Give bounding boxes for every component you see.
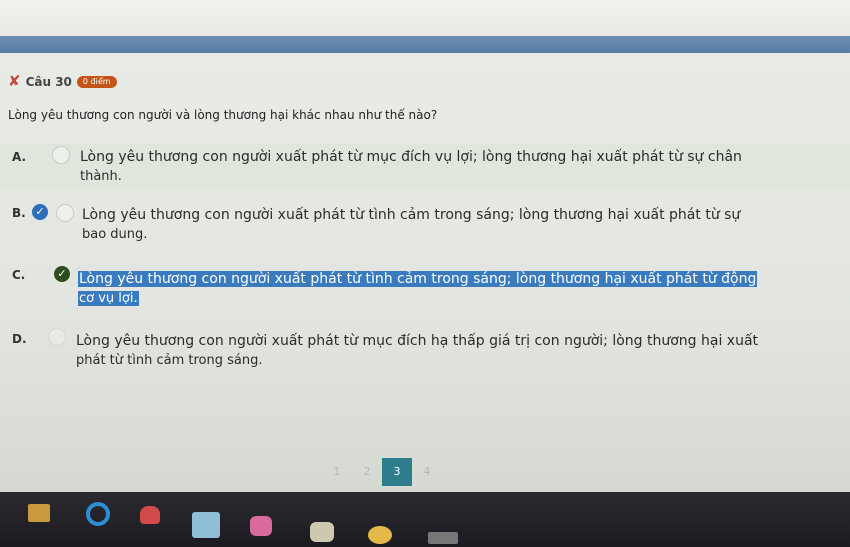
radio-icon[interactable] [52, 146, 70, 164]
option-c[interactable]: C. ✓ Lòng yêu thương con người xuất phát… [0, 262, 850, 320]
option-line-2: cơ vụ lợi. [78, 291, 139, 306]
x-mark-icon: ✘ [8, 72, 21, 90]
header-band [0, 36, 850, 53]
option-letter: C. [12, 268, 26, 282]
browser-icon[interactable] [86, 502, 110, 526]
taskbar-app-icon[interactable] [192, 512, 220, 538]
option-line-1: Lòng yêu thương con người xuất phát từ t… [78, 271, 758, 287]
taskbar-app-icon[interactable] [368, 526, 392, 544]
option-a[interactable]: A. Lòng yêu thương con người xuất phát t… [0, 144, 850, 190]
option-b[interactable]: B. ✓ Lòng yêu thương con người xuất phát… [0, 200, 850, 254]
option-d[interactable]: D. Lòng yêu thương con người xuất phát t… [0, 326, 850, 396]
taskbar-app-icon[interactable] [428, 532, 458, 544]
option-line-1: Lòng yêu thương con người xuất phát từ t… [82, 207, 741, 223]
score-badge: 0 điểm [76, 75, 117, 88]
option-text: Lòng yêu thương con người xuất phát từ m… [80, 148, 742, 186]
page-button-active[interactable]: 3 [382, 458, 412, 486]
option-text: Lòng yêu thương con người xuất phát từ t… [82, 206, 740, 244]
option-line-1: Lòng yêu thương con người xuất phát từ m… [80, 149, 742, 165]
option-text: Lòng yêu thương con người xuất phát từ t… [78, 270, 758, 308]
option-line-2: bao dung. [82, 227, 148, 242]
option-text: Lòng yêu thương con người xuất phát từ m… [76, 332, 758, 370]
pagination: 1 2 3 4 [322, 458, 442, 486]
check-circle-icon: ✓ [32, 204, 48, 220]
option-letter: B. [12, 206, 26, 220]
radio-icon[interactable] [56, 204, 74, 222]
page-button[interactable]: 1 [322, 458, 352, 486]
option-letter: A. [12, 150, 27, 164]
check-circle-icon: ✓ [54, 266, 70, 282]
question-header: ✘ Câu 30 0 điểm [8, 74, 117, 89]
taskbar-app-icon[interactable] [140, 506, 160, 524]
browser-top-strip [0, 0, 850, 36]
quiz-page: ✘ Câu 30 0 điểm Lòng yêu thương con ngườ… [0, 0, 850, 547]
question-number: Câu 30 [25, 74, 72, 89]
radio-icon[interactable] [48, 328, 66, 346]
page-button[interactable]: 4 [412, 458, 442, 486]
option-line-1: Lòng yêu thương con người xuất phát từ m… [76, 333, 759, 349]
taskbar [0, 492, 850, 547]
taskbar-app-icon[interactable] [28, 504, 50, 522]
option-letter: D. [12, 332, 27, 346]
taskbar-app-icon[interactable] [250, 516, 272, 536]
option-line-2: thành. [80, 169, 122, 184]
option-line-2: phát từ tình cảm trong sáng. [76, 353, 263, 368]
page-button[interactable]: 2 [352, 458, 382, 486]
question-text: Lòng yêu thương con người và lòng thương… [8, 108, 438, 122]
taskbar-app-icon[interactable] [310, 522, 334, 542]
